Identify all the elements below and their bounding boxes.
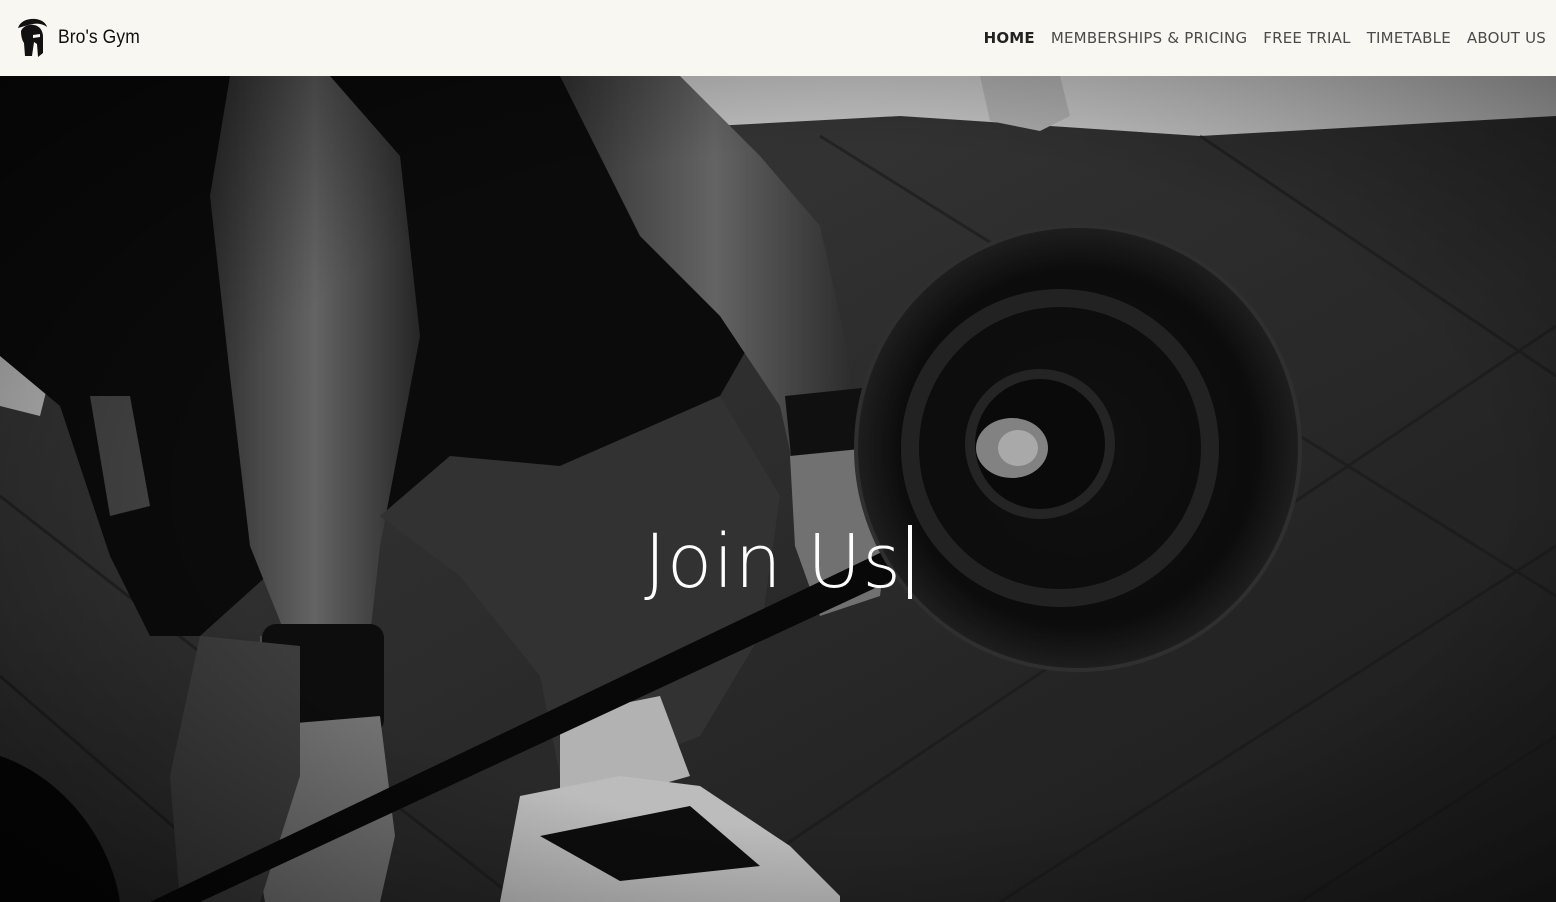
brand-home-link[interactable]: Bro's Gym	[0, 0, 147, 76]
nav-home[interactable]: HOME	[984, 29, 1035, 47]
nav-timetable[interactable]: TIMETABLE	[1367, 29, 1451, 47]
hero-section: Join Us	[0, 76, 1556, 902]
brand-name: Bro's Gym	[58, 27, 140, 48]
spartan-helmet-icon	[18, 18, 47, 57]
top-navbar: Bro's Gym HOME MEMBERSHIPS & PRICING FRE…	[0, 0, 1556, 76]
hero-title: Join Us	[0, 514, 1556, 610]
nav-memberships-pricing[interactable]: MEMBERSHIPS & PRICING	[1051, 29, 1247, 47]
nav-free-trial[interactable]: FREE TRIAL	[1263, 29, 1350, 47]
main-navigation: HOME MEMBERSHIPS & PRICING FREE TRIAL TI…	[968, 0, 1556, 76]
hero-background-image	[0, 76, 1556, 902]
hero-title-text: Join Us	[644, 518, 902, 605]
nav-about-us[interactable]: ABOUT US	[1467, 29, 1546, 47]
typing-cursor	[907, 524, 912, 599]
